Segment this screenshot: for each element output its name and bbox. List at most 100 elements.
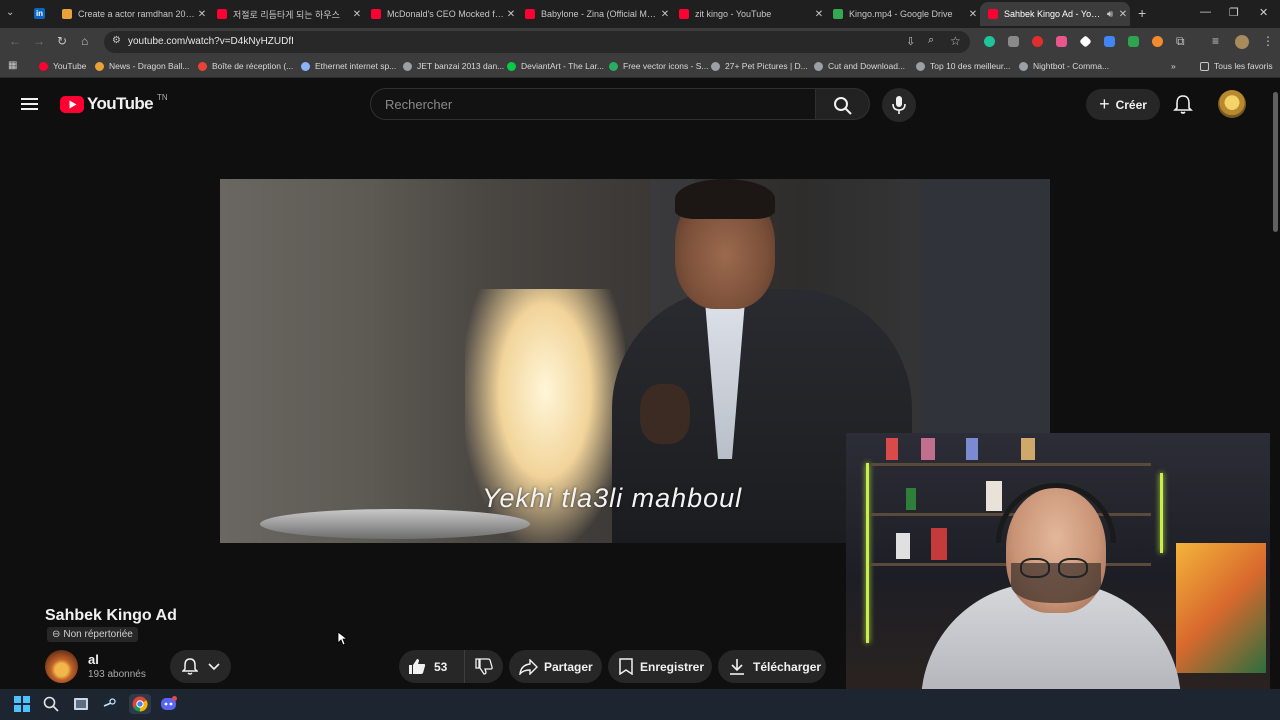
taskbar-search-icon[interactable]	[41, 694, 61, 714]
minimize-icon[interactable]: —	[1200, 6, 1211, 18]
share-icon	[519, 658, 538, 675]
tab-close-icon[interactable]: ✕	[658, 9, 672, 20]
site-info-icon[interactable]: ⚙	[112, 35, 121, 46]
all-bookmarks-button[interactable]: Tous les favoris	[1200, 61, 1273, 71]
bookmark-gmail[interactable]: Boîte de réception (...	[198, 61, 293, 71]
bookmark-icon	[619, 658, 633, 675]
bookmark-free-vector-icons[interactable]: Free vector icons - S...	[609, 61, 709, 71]
address-bar[interactable]: ⚙ youtube.com/watch?v=D4kNyHZUDfI ⇩ ⌕ ☆	[104, 31, 970, 53]
reload-icon[interactable]: ↻	[57, 34, 67, 48]
extensions-puzzle-icon[interactable]: ⧉	[1176, 34, 1185, 49]
bookmark-pet-pictures[interactable]: 27+ Pet Pictures | D...	[711, 61, 808, 71]
extension-icon[interactable]	[1079, 35, 1092, 48]
bookmark-label: Cut and Download...	[828, 61, 906, 71]
tab-close-icon[interactable]: ✕	[350, 9, 364, 20]
webcam-headset	[996, 483, 1116, 543]
tab-sahbek-kingo[interactable]: Sahbek Kingo Ad - YouTu 🔊︎ ✕	[980, 2, 1130, 26]
speaker-icon[interactable]: 🔊︎	[1104, 9, 1116, 20]
extension-icon[interactable]	[1104, 36, 1115, 47]
tab-babylone[interactable]: Babylone - Zina (Official Musi ✕	[517, 2, 672, 26]
back-icon[interactable]: ←	[9, 34, 21, 48]
extension-icon[interactable]	[1008, 36, 1019, 47]
browser-menu-icon[interactable]: ⋮	[1262, 34, 1274, 48]
download-button[interactable]: Télécharger	[718, 650, 826, 683]
bookmark-label: 27+ Pet Pictures | D...	[725, 61, 808, 71]
media-controls-icon[interactable]: ≡	[1212, 34, 1219, 48]
channel-name[interactable]: al	[88, 652, 99, 667]
url-text[interactable]: youtube.com/watch?v=D4kNyHZUDfI	[128, 36, 294, 47]
bookmark-cut-download[interactable]: Cut and Download...	[814, 61, 905, 71]
like-dislike-group: 53	[399, 650, 503, 683]
windows-taskbar	[0, 689, 1280, 720]
tab-mcdonalds[interactable]: McDonald's CEO Mocked for B ✕	[363, 2, 518, 26]
task-view-icon[interactable]	[71, 694, 91, 714]
extension-icon[interactable]	[1128, 36, 1139, 47]
dislike-button[interactable]	[465, 650, 503, 683]
install-app-icon[interactable]: ⇩	[906, 35, 915, 48]
restore-icon[interactable]: ❐	[1229, 6, 1239, 19]
search-input[interactable]: Rechercher	[370, 88, 816, 120]
tab-house-music[interactable]: 저절로 리듬타게 되는 하우스 ✕	[209, 2, 364, 26]
bookmark-ethernet[interactable]: Ethernet internet sp...	[301, 61, 396, 71]
voice-search-button[interactable]	[882, 88, 916, 122]
bookmark-nightbot[interactable]: Nightbot - Comma...	[1019, 61, 1109, 71]
page-scrollbar[interactable]	[1270, 80, 1280, 689]
video-title: Sahbek Kingo Ad	[45, 607, 177, 624]
guide-menu-icon[interactable]	[20, 96, 40, 112]
bookmark-label: Ethernet internet sp...	[315, 61, 397, 71]
tab-google-drive[interactable]: Kingo.mp4 - Google Drive ✕	[825, 2, 980, 26]
tab-title: 저절로 리듬타게 되는 하우스	[233, 9, 340, 20]
search-button[interactable]	[816, 88, 870, 120]
discord-icon[interactable]	[159, 694, 179, 714]
create-button[interactable]: + Créer	[1086, 89, 1160, 120]
visibility-badge: ⊖ Non répertoriée	[47, 627, 138, 642]
close-window-icon[interactable]: ✕	[1259, 6, 1268, 19]
steam-icon[interactable]	[100, 694, 120, 714]
new-tab-button[interactable]: +	[1138, 5, 1146, 21]
apps-grid-icon[interactable]: ▦	[8, 60, 17, 71]
share-button[interactable]: Partager	[509, 650, 602, 683]
extension-icon[interactable]	[1056, 36, 1067, 47]
bookmark-youtube[interactable]: YouTube	[39, 61, 86, 71]
linkedin-tab-icon[interactable]: in	[34, 8, 45, 19]
tab-close-icon[interactable]: ✕	[504, 9, 518, 20]
tab-zit-kingo[interactable]: zit kingo - YouTube ✕	[671, 2, 826, 26]
tab-close-icon[interactable]: ✕	[812, 9, 826, 20]
bookmark-deviantart[interactable]: DeviantArt - The Lar...	[507, 61, 604, 71]
webcam-led-strip-right	[1160, 473, 1163, 553]
tab-search-icon[interactable]: ⌄	[6, 7, 14, 18]
forward-icon[interactable]: →	[33, 34, 45, 48]
channel-avatar[interactable]	[45, 650, 78, 683]
extension-icon[interactable]	[1152, 36, 1163, 47]
like-button[interactable]: 53	[399, 650, 465, 683]
tab-title: Sahbek Kingo Ad - YouTu	[1004, 9, 1104, 19]
bookmark-jet-banzai[interactable]: JET banzai 2013 dan...	[403, 61, 504, 71]
profile-avatar[interactable]	[1235, 35, 1249, 49]
notifications-dropdown-button[interactable]	[170, 650, 231, 683]
tab-close-icon[interactable]: ✕	[1116, 9, 1130, 20]
extension-icon[interactable]	[1032, 36, 1043, 47]
bookmarks-overflow-icon[interactable]: »	[1171, 61, 1176, 71]
webcam-glasses	[1058, 558, 1088, 578]
subscriber-count: 193 abonnés	[88, 669, 146, 680]
chrome-icon[interactable]	[129, 694, 151, 714]
home-icon[interactable]: ⌂	[81, 34, 88, 48]
extension-icon[interactable]	[984, 36, 995, 47]
bookmark-dragon-ball[interactable]: News - Dragon Ball...	[95, 61, 189, 71]
bookmark-top-10[interactable]: Top 10 des meilleur...	[916, 61, 1010, 71]
youtube-logo[interactable]: YouTube TN	[60, 93, 168, 114]
notifications-bell-icon[interactable]	[1173, 94, 1193, 115]
scrollbar-thumb[interactable]	[1273, 92, 1278, 232]
tab-close-icon[interactable]: ✕	[195, 9, 209, 20]
windows-start-icon[interactable]	[12, 694, 32, 714]
tab-title: zit kingo - YouTube	[695, 9, 772, 19]
bookmark-star-icon[interactable]: ☆	[950, 34, 961, 48]
tab-favicon-icon	[833, 9, 843, 19]
account-avatar[interactable]	[1218, 90, 1246, 118]
tab-create-actor[interactable]: Create a actor ramdhan 2026 ✕	[54, 2, 209, 26]
tab-title: Babylone - Zina (Official Musi	[541, 9, 658, 19]
youtube-logo-text: YouTube	[87, 94, 154, 113]
zoom-icon[interactable]: ⌕	[928, 34, 934, 47]
tab-close-icon[interactable]: ✕	[966, 9, 980, 20]
save-button[interactable]: Enregistrer	[608, 650, 712, 683]
